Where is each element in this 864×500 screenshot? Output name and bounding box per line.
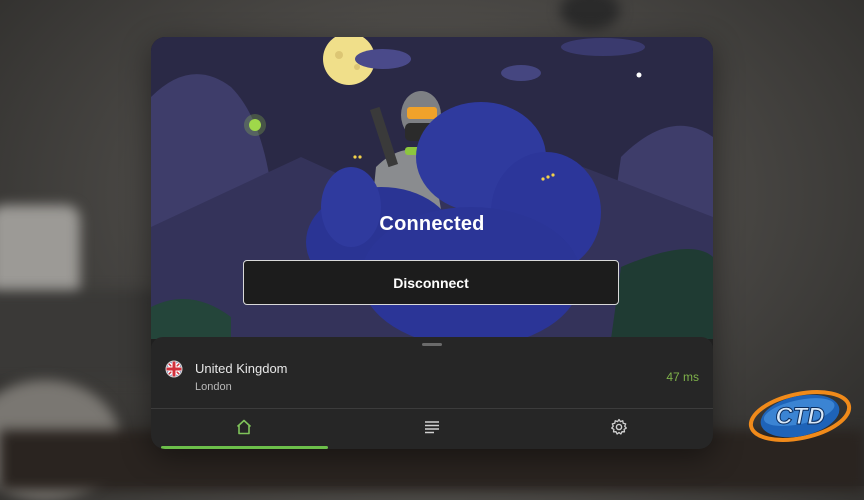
- ctd-watermark-logo: CTD: [748, 386, 852, 444]
- list-icon: [424, 420, 440, 439]
- home-icon: [235, 418, 253, 441]
- server-country: United Kingdom: [195, 361, 288, 376]
- server-city: London: [195, 381, 232, 393]
- sheet-drag-handle[interactable]: [422, 343, 442, 346]
- bottom-navigation: [151, 409, 713, 449]
- server-latency: 47 ms: [666, 370, 699, 384]
- vpn-app-window: Connected Disconnect United Kingdom Lond…: [151, 37, 713, 449]
- gear-icon: [610, 418, 628, 441]
- nav-servers-tab[interactable]: [339, 409, 525, 449]
- hero-illustration: Connected Disconnect: [151, 37, 713, 339]
- svg-text:CTD: CTD: [775, 403, 824, 430]
- nav-home-tab[interactable]: [151, 409, 337, 449]
- connection-status-title: Connected: [379, 213, 485, 235]
- background-sofa: [0, 290, 160, 380]
- bottom-sheet: United Kingdom London 47 ms: [151, 337, 713, 449]
- uk-flag-icon: [165, 360, 183, 378]
- current-server-row[interactable]: United Kingdom London 47 ms: [151, 351, 713, 407]
- active-tab-indicator: [161, 446, 328, 449]
- background-lamp: [560, 0, 620, 30]
- nav-settings-tab[interactable]: [526, 409, 712, 449]
- disconnect-button[interactable]: Disconnect: [243, 260, 619, 305]
